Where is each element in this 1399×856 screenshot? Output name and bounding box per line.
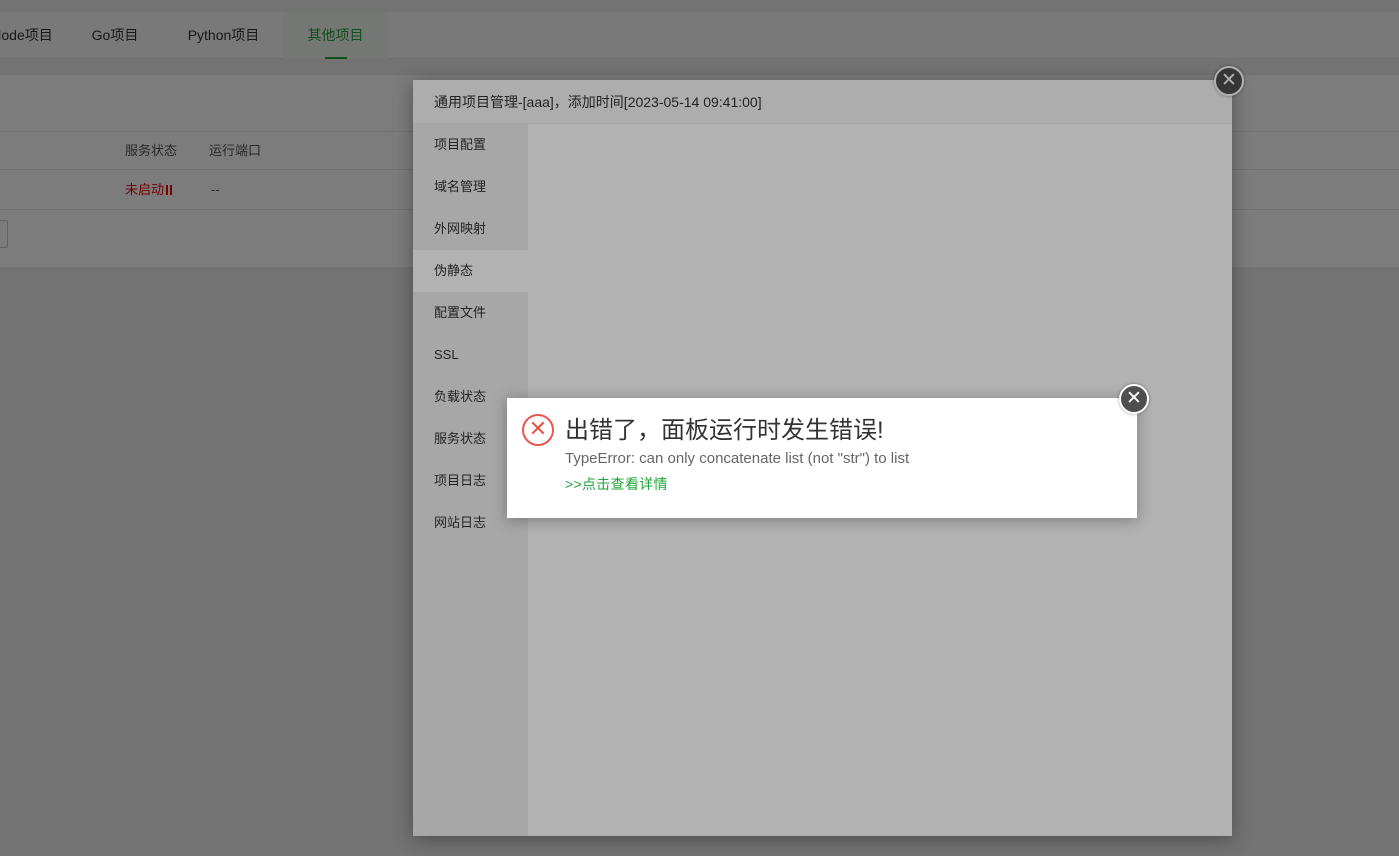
error-close-icon[interactable]: ✕ [1119, 384, 1149, 414]
error-circle-x-icon: ✕ [522, 414, 554, 446]
error-detail: TypeError: can only concatenate list (no… [565, 450, 910, 467]
error-title: 出错了，面板运行时发生错误! [565, 417, 884, 444]
view-details-link[interactable]: >>点击查看详情 [565, 475, 668, 493]
error-dialog: ✕ 出错了，面板运行时发生错误! TypeError: can only con… [507, 398, 1137, 518]
